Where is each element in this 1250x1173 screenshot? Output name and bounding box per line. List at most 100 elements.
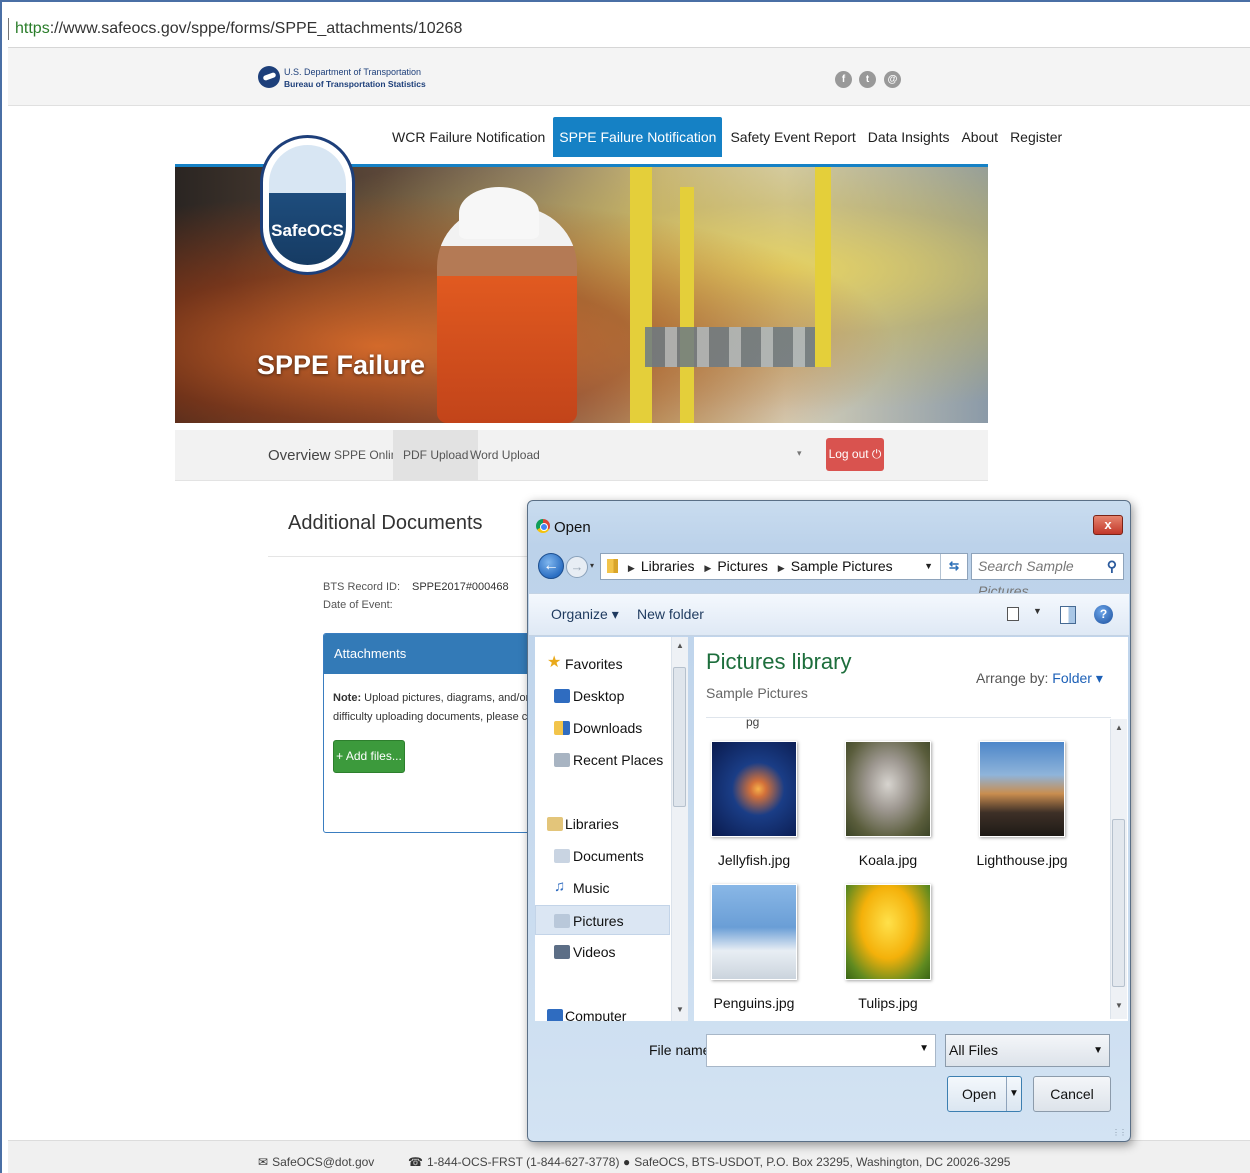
helmet-image [459,187,539,239]
documents-icon [554,849,570,863]
scrollbar-thumb[interactable] [1112,819,1125,987]
file-name[interactable]: Jellyfish.jpg [694,852,814,868]
tree-item-videos[interactable]: Videos [535,937,670,967]
tree-item-desktop[interactable]: Desktop [535,681,670,711]
help-icon[interactable]: ? [1094,605,1113,624]
chevron-right-icon: ▶ [627,563,635,573]
scroll-down-icon[interactable]: ▼ [1115,1001,1123,1010]
breadcrumb-sample-pictures[interactable]: Sample Pictures [791,558,893,574]
address-bar[interactable]: https://www.safeocs.gov/sppe/forms/SPPE_… [8,14,462,44]
file-name-input[interactable]: ▼ [706,1034,936,1067]
subnav-pdf-upload[interactable]: PDF Upload [393,430,479,481]
file-list-scrollbar[interactable]: ▲ ▼ [1110,719,1127,1019]
nav-item-sppe[interactable]: SPPE Failure Notification [553,117,723,157]
chevron-down-icon[interactable]: ▼ [924,554,933,579]
badge-text: SafeOCS [271,221,344,240]
tree-item-documents[interactable]: Documents [535,841,670,871]
dialog-title: Open [554,519,591,536]
scroll-up-icon[interactable]: ▲ [676,641,684,650]
footer-address-text: SafeOCS, BTS-USDOT, P.O. Box 23295, Wash… [634,1155,1011,1169]
desktop-icon [554,689,570,703]
subnav-overview[interactable]: Overview [268,430,331,481]
search-input[interactable]: Search Sample Pictures ⚲ [971,553,1124,599]
pipe-graphic [815,167,831,367]
nav-item-register[interactable]: Register [1004,117,1068,157]
pipe-graphic [680,187,694,423]
lighthouse-thumbnail[interactable] [979,741,1065,837]
file-name[interactable]: Lighthouse.jpg [962,852,1082,868]
nav-item-data-insights[interactable]: Data Insights [862,117,956,157]
tree-item-libraries[interactable]: Libraries [535,809,670,839]
open-options-dropdown[interactable]: ▼ [1006,1077,1021,1111]
navigation-pane: ★ Favorites Desktop Downloads Recent Pla… [535,637,688,1021]
close-button[interactable]: x [1093,515,1123,535]
tree-item-favorites[interactable]: ★ Favorites [535,649,670,679]
tree-item-downloads[interactable]: Downloads [535,713,670,743]
resize-grip-icon[interactable]: ⋮⋮ [1112,1128,1127,1137]
organize-menu[interactable]: Organize ▾ [551,606,619,623]
back-button[interactable]: ← [538,553,564,579]
chevron-down-icon[interactable]: ▾ [797,448,802,459]
top-header [8,48,1250,106]
attachments-panel: Attachments Note: Upload pictures, diagr… [323,633,533,833]
tree-item-recent-places[interactable]: Recent Places [535,745,670,775]
envelope-icon: ✉ [258,1155,269,1169]
tree-item-music[interactable]: ♫ Music [535,873,670,903]
email-icon[interactable]: @ [884,71,901,88]
org-title[interactable]: U.S. Department of Transportation Bureau… [284,66,426,90]
history-dropdown-icon[interactable]: ▾ [590,561,594,570]
search-icon[interactable]: ⚲ [1107,554,1117,579]
logout-button[interactable]: Log out ⏻ [826,438,884,471]
jellyfish-thumbnail[interactable] [711,741,797,837]
tulips-thumbnail[interactable] [845,884,931,980]
breadcrumb-libraries[interactable]: Libraries [641,558,695,574]
view-icon[interactable] [1007,607,1019,621]
nav-item-wcr[interactable]: WCR Failure Notification [386,117,551,157]
pictures-icon [554,914,570,928]
map-pin-icon: ● [623,1155,631,1169]
scroll-up-icon[interactable]: ▲ [1115,723,1123,732]
nav-item-about[interactable]: About [955,117,1004,157]
scrollbar-thumb[interactable] [673,667,686,807]
facebook-icon[interactable]: f [835,71,852,88]
koala-thumbnail[interactable] [845,741,931,837]
open-button[interactable]: Open ▼ [947,1076,1022,1112]
worker-image [437,207,577,423]
penguins-thumbnail[interactable] [711,884,797,980]
file-name[interactable]: Penguins.jpg [694,995,814,1011]
new-folder-button[interactable]: New folder [637,606,704,622]
arrange-dropdown[interactable]: Folder ▾ [1052,670,1103,686]
tree-item-computer[interactable]: Computer [535,1001,670,1021]
phone-icon: ☎ [408,1155,423,1169]
org-line-2: Bureau of Transportation Statistics [284,79,426,89]
forward-button[interactable]: → [566,556,588,578]
chevron-down-icon[interactable]: ▼ [919,1043,929,1054]
breadcrumb-pictures[interactable]: Pictures [717,558,768,574]
dot-logo-icon[interactable] [258,66,280,88]
preview-pane-icon[interactable] [1060,606,1076,624]
open-button-label: Open [962,1086,997,1102]
path-breadcrumb[interactable]: ▶ Libraries ▶ Pictures ▶ Sample Pictures ▼ … [600,553,968,580]
chevron-down-icon[interactable]: ▼ [1033,606,1042,616]
text-caret [8,18,9,40]
record-id-label: BTS Record ID: [323,581,401,593]
chevron-right-icon: ▶ [704,563,712,573]
navigation-scrollbar[interactable]: ▲ ▼ [671,637,688,1021]
refresh-icon[interactable]: ⇆ [940,554,967,579]
downloads-icon [554,721,570,735]
file-name[interactable]: Koala.jpg [828,852,948,868]
nav-item-safety-event[interactable]: Safety Event Report [724,117,861,157]
valve-graphic [645,327,815,367]
footer-email[interactable]: ✉ SafeOCS@dot.gov [258,1155,374,1169]
twitter-icon[interactable]: t [859,71,876,88]
file-type-select[interactable]: All Files ▼ [945,1034,1110,1067]
cancel-button[interactable]: Cancel [1033,1076,1111,1112]
footer: ✉ SafeOCS@dot.gov ☎ 1-844-OCS-FRST (1-844-… [8,1140,1250,1173]
subnav-word-upload[interactable]: Word Upload [470,430,540,481]
chrome-icon [536,519,550,533]
tree-item-pictures[interactable]: Pictures [535,905,670,935]
add-files-button[interactable]: + Add files... [333,740,405,773]
tree-label: Videos [573,944,616,960]
file-name[interactable]: Tulips.jpg [828,995,948,1011]
scroll-down-icon[interactable]: ▼ [676,1005,684,1014]
